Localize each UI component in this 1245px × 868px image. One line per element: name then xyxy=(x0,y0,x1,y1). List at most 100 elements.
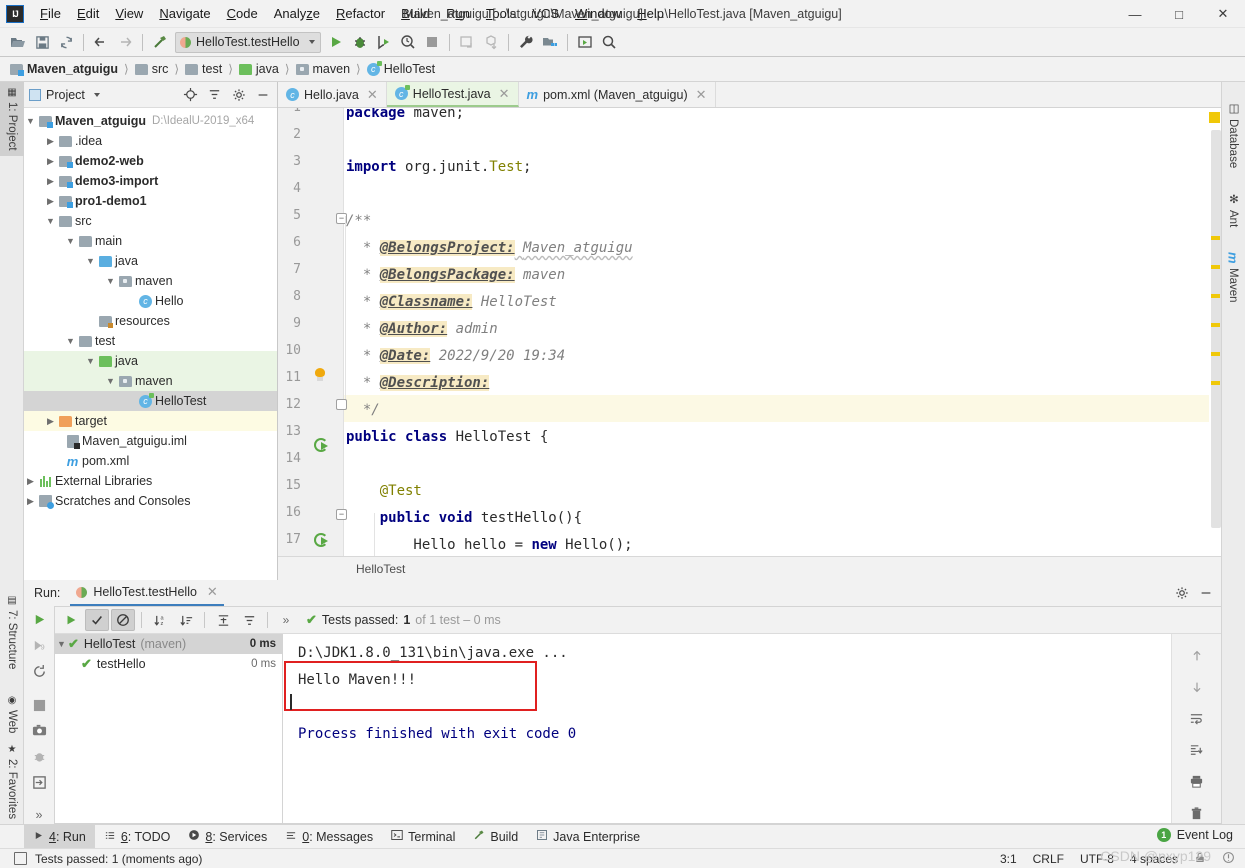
tree-item-iml-file[interactable]: Maven_atguigu.iml xyxy=(24,431,277,451)
warning-marker[interactable] xyxy=(1211,323,1220,327)
locate-icon[interactable] xyxy=(181,85,200,104)
chevron-down-icon[interactable]: ▼ xyxy=(24,116,37,126)
tree-item-main-java[interactable]: ▼ java xyxy=(24,251,277,271)
sidebar-item-favorites[interactable]: ★ 2: Favorites xyxy=(0,739,24,824)
tree-item-main[interactable]: ▼ main xyxy=(24,231,277,251)
menu-item-view[interactable]: View xyxy=(107,0,151,28)
chevron-down-icon[interactable]: ▼ xyxy=(104,276,117,286)
close-icon[interactable]: ✕ xyxy=(696,87,707,103)
run-test-gutter-icon[interactable] xyxy=(314,437,328,452)
tree-item-test-maven-pkg[interactable]: ▼ maven xyxy=(24,371,277,391)
test-results-tree[interactable]: ▼ ✔ HelloTest (maven) 0 ms ✔ testHello 0… xyxy=(55,634,283,823)
project-structure-icon[interactable] xyxy=(538,31,562,54)
collapse-all-icon[interactable] xyxy=(237,609,261,631)
build-hammer-icon[interactable] xyxy=(148,31,172,54)
event-log-button[interactable]: 1 Event Log xyxy=(1156,828,1233,842)
tree-item-maven-atguigu[interactable]: ▼ Maven_atguigu D:\IdealU-2019_x64 xyxy=(24,111,277,131)
print-icon[interactable] xyxy=(1186,772,1208,792)
intention-bulb-icon[interactable] xyxy=(314,368,326,381)
close-icon[interactable]: ✕ xyxy=(499,86,510,102)
chevron-right-icon[interactable]: ▶ xyxy=(44,196,57,207)
hide-icon[interactable] xyxy=(253,85,272,104)
warning-marker[interactable] xyxy=(1211,265,1220,269)
hide-ignored-icon[interactable] xyxy=(111,609,135,631)
tree-item-idea[interactable]: ▶ .idea xyxy=(24,131,277,151)
tree-item-test-java[interactable]: ▼ java xyxy=(24,351,277,371)
more-icon[interactable]: » xyxy=(28,805,50,824)
sort-alphabetically-icon[interactable]: az xyxy=(148,609,172,631)
chevron-down-icon[interactable]: ▼ xyxy=(64,236,77,246)
tree-item-demo3-import[interactable]: ▶ demo3-import xyxy=(24,171,277,191)
tool-window-terminal[interactable]: Terminal xyxy=(382,825,464,849)
breadcrumb-item-test[interactable]: test xyxy=(183,62,224,76)
menu-item-code[interactable]: Code xyxy=(219,0,266,28)
scrollbar-thumb[interactable] xyxy=(1211,130,1221,528)
tree-item-scratches[interactable]: ▶ Scratches and Consoles xyxy=(24,491,277,511)
sidebar-item-database[interactable]: ◫ Database xyxy=(1221,96,1245,173)
tool-window-todo[interactable]: 6: TODO xyxy=(95,825,180,849)
caret-position[interactable]: 3:1 xyxy=(1000,852,1017,866)
chevron-down-icon[interactable]: ▼ xyxy=(44,216,57,226)
menu-item-window[interactable]: Window xyxy=(567,0,629,28)
editor-gutter[interactable]: 1 2 3 4 5 6 7 8 9 10 11 12 13 14 15 16 1… xyxy=(278,108,347,580)
breadcrumb-item-maven[interactable]: maven xyxy=(294,62,353,76)
menu-item-run[interactable]: Run xyxy=(438,0,478,28)
menu-item-vcs[interactable]: VCS xyxy=(524,0,567,28)
more-icon[interactable]: » xyxy=(274,609,298,631)
test-tree-row-hellotest[interactable]: ▼ ✔ HelloTest (maven) 0 ms xyxy=(55,634,282,654)
chevron-down-icon[interactable]: ▼ xyxy=(64,336,77,346)
lock-icon[interactable] xyxy=(1194,851,1206,867)
tree-item-hellotest-class[interactable]: c HelloTest xyxy=(24,391,277,411)
warning-marker[interactable] xyxy=(1211,294,1220,298)
chevron-right-icon[interactable]: ▶ xyxy=(24,476,37,487)
sort-by-duration-icon[interactable] xyxy=(174,609,198,631)
tree-item-target[interactable]: ▶ target xyxy=(24,411,277,431)
warning-marker[interactable] xyxy=(1211,236,1220,240)
project-tree[interactable]: ▼ Maven_atguigu D:\IdealU-2019_x64 ▶ .id… xyxy=(24,108,277,511)
warning-marker[interactable] xyxy=(1211,381,1220,385)
code-content[interactable]: package maven; import org.junit.Test; /*… xyxy=(346,108,1221,580)
warning-marker[interactable] xyxy=(1211,352,1220,356)
debug-icon[interactable] xyxy=(348,31,372,54)
close-icon[interactable]: ✕ xyxy=(367,87,378,103)
indent-setting[interactable]: 4 spaces xyxy=(1130,852,1178,866)
close-icon[interactable]: ✕ xyxy=(207,584,218,600)
tree-item-demo2-web[interactable]: ▶ demo2-web xyxy=(24,151,277,171)
chevron-right-icon[interactable]: ▶ xyxy=(44,136,57,147)
run-configuration-selector[interactable]: HelloTest.testHello xyxy=(175,31,321,53)
test-tree-row-testhello[interactable]: ✔ testHello 0 ms xyxy=(55,654,282,674)
screenshot-icon[interactable] xyxy=(28,722,50,741)
chevron-right-icon[interactable]: ▶ xyxy=(24,496,37,507)
run-icon[interactable] xyxy=(324,31,348,54)
back-arrow-icon[interactable] xyxy=(89,31,113,54)
tree-item-hello-class[interactable]: c Hello xyxy=(24,291,277,311)
chevron-right-icon[interactable]: ▶ xyxy=(44,156,57,167)
tool-window-services[interactable]: 8: Services xyxy=(179,825,276,849)
up-arrow-icon[interactable] xyxy=(1186,646,1208,666)
tree-item-main-maven-pkg[interactable]: ▼ maven xyxy=(24,271,277,291)
chevron-down-icon[interactable] xyxy=(93,92,100,97)
show-passed-icon[interactable] xyxy=(85,609,109,631)
settings-wrench-icon[interactable] xyxy=(514,31,538,54)
tool-window-run[interactable]: 4: Run xyxy=(24,824,95,849)
chevron-right-icon[interactable]: ▶ xyxy=(44,416,57,427)
menu-item-refactor[interactable]: Refactor xyxy=(328,0,393,28)
warning-marker[interactable] xyxy=(1209,112,1220,123)
search-icon[interactable] xyxy=(597,31,621,54)
breadcrumb-item-hellotest[interactable]: c HelloTest xyxy=(365,60,437,76)
scroll-to-end-icon[interactable] xyxy=(1186,741,1208,761)
tree-item-test[interactable]: ▼ test xyxy=(24,331,277,351)
menu-bar[interactable]: File Edit View Navigate Code Analyze Ref… xyxy=(32,0,672,28)
run-anything-icon[interactable] xyxy=(573,31,597,54)
trash-icon[interactable] xyxy=(1186,804,1208,824)
fold-end-icon[interactable] xyxy=(336,399,347,410)
rerun-icon[interactable] xyxy=(28,610,50,629)
down-arrow-icon[interactable] xyxy=(1186,678,1208,698)
gear-icon[interactable] xyxy=(1171,582,1193,604)
sidebar-item-maven[interactable]: m Maven xyxy=(1221,247,1245,307)
minimize-button[interactable]: — xyxy=(1113,0,1157,28)
menu-item-file[interactable]: File xyxy=(32,0,69,28)
menu-item-tools[interactable]: Tools xyxy=(478,0,524,28)
chevron-right-icon[interactable]: ▶ xyxy=(44,176,57,187)
export-icon[interactable] xyxy=(28,773,50,792)
